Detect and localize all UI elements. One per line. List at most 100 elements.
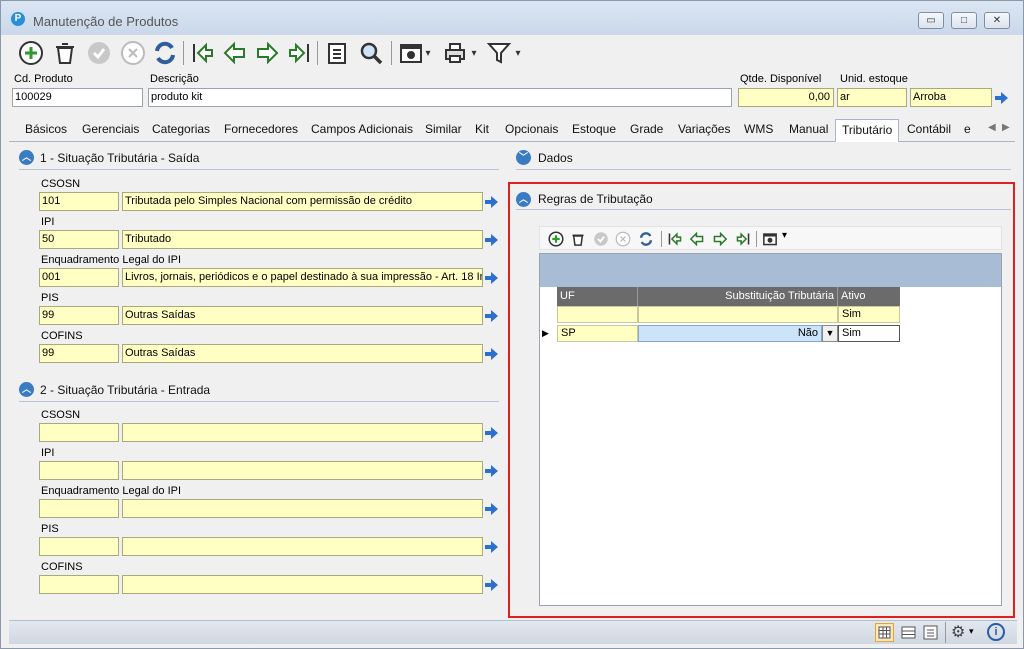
row2-st-dropdown-icon[interactable]: ▼ (822, 325, 838, 342)
entrada-code-field[interactable] (39, 461, 119, 480)
grid-last-icon[interactable] (735, 231, 751, 247)
saida-lookup-arrow-icon[interactable] (485, 234, 498, 246)
minimize-button[interactable]: ▭ (918, 12, 944, 29)
tab-manual[interactable]: Manual (789, 122, 828, 136)
settings-dropdown-icon[interactable]: ▾ (423, 39, 433, 67)
tab-gerenciais[interactable]: Gerenciais (82, 122, 139, 136)
unid-code-field[interactable]: ar (837, 88, 907, 107)
entrada-description-field[interactable] (122, 461, 483, 480)
close-button[interactable]: ✕ (984, 12, 1010, 29)
entrada-lookup-arrow-icon[interactable] (485, 503, 498, 515)
column-header-ativo[interactable]: Ativo (838, 287, 900, 306)
tab-scroll-left-icon[interactable]: ◀ (988, 122, 996, 133)
grid-cancel-icon[interactable] (615, 231, 631, 247)
row1-st-cell[interactable] (638, 306, 838, 323)
cd-produto-field[interactable]: 100029 (12, 88, 143, 107)
tab-contabil[interactable]: Contábil (907, 122, 951, 136)
first-icon[interactable] (189, 39, 217, 67)
entrada-code-field[interactable] (39, 575, 119, 594)
tab-scroll-right-icon[interactable]: ▶ (1002, 122, 1010, 133)
settings-icon[interactable] (397, 39, 425, 67)
refresh-icon[interactable] (151, 39, 179, 67)
entrada-description-field[interactable] (122, 575, 483, 594)
saida-code-field[interactable]: 001 (39, 268, 119, 287)
saida-code-field[interactable]: 99 (39, 344, 119, 363)
entrada-lookup-arrow-icon[interactable] (485, 579, 498, 591)
entrada-code-field[interactable] (39, 499, 119, 518)
grid-first-icon[interactable] (667, 231, 683, 247)
descricao-field[interactable]: produto kit (148, 88, 732, 107)
saida-lookup-arrow-icon[interactable] (485, 272, 498, 284)
filter-icon[interactable] (485, 39, 513, 67)
entrada-description-field[interactable] (122, 423, 483, 442)
saida-code-field[interactable]: 50 (39, 230, 119, 249)
confirm-icon[interactable] (85, 39, 113, 67)
grid-previous-icon[interactable] (689, 231, 705, 247)
gear-icon[interactable]: ⚙ (951, 622, 965, 642)
grid-refresh-icon[interactable] (638, 231, 654, 247)
cancel-icon[interactable] (119, 39, 147, 67)
entrada-lookup-arrow-icon[interactable] (485, 465, 498, 477)
tab-more[interactable]: e (964, 122, 971, 136)
tab-kit[interactable]: Kit (475, 122, 489, 136)
maximize-button[interactable]: □ (951, 12, 977, 29)
expand-dados-icon[interactable]: ﹀ (516, 150, 531, 165)
entrada-lookup-arrow-icon[interactable] (485, 541, 498, 553)
saida-lookup-arrow-icon[interactable] (485, 310, 498, 322)
saida-description-field[interactable]: Outras Saídas (122, 344, 483, 363)
tab-wms[interactable]: WMS (744, 122, 773, 136)
saida-description-field[interactable]: Livros, jornais, periódicos e o papel de… (122, 268, 483, 287)
print-icon[interactable] (441, 39, 469, 67)
gear-dropdown-icon[interactable]: ▾ (969, 626, 974, 637)
saida-lookup-arrow-icon[interactable] (485, 348, 498, 360)
entrada-description-field[interactable] (122, 499, 483, 518)
collapse-entrada-icon[interactable]: ︿ (19, 382, 34, 397)
previous-icon[interactable] (221, 39, 249, 67)
saida-description-field[interactable]: Outras Saídas (122, 306, 483, 325)
last-icon[interactable] (285, 39, 313, 67)
grid-view-icon[interactable] (875, 623, 894, 642)
next-icon[interactable] (253, 39, 281, 67)
tab-categorias[interactable]: Categorias (152, 122, 210, 136)
tab-fornecedores[interactable]: Fornecedores (224, 122, 298, 136)
print-dropdown-icon[interactable]: ▾ (469, 39, 479, 67)
qtde-field[interactable]: 0,00 (738, 88, 834, 107)
row2-st-select[interactable]: Não (638, 325, 822, 342)
entrada-description-field[interactable] (122, 537, 483, 556)
grid-add-icon[interactable] (548, 231, 564, 247)
row2-ativo-cell[interactable]: Sim (838, 325, 900, 342)
report-icon[interactable] (323, 39, 351, 67)
info-icon[interactable]: i (987, 623, 1005, 641)
grid-next-icon[interactable] (712, 231, 728, 247)
row1-ativo-cell[interactable]: Sim (838, 306, 900, 323)
tab-campos-adicionais[interactable]: Campos Adicionais (311, 122, 413, 136)
tab-tributario[interactable]: Tributário (835, 119, 900, 142)
saida-description-field[interactable]: Tributado (122, 230, 483, 249)
collapse-saida-icon[interactable]: ︿ (19, 150, 34, 165)
column-header-substituicao[interactable]: Substituição Tributária (638, 287, 838, 306)
tab-basicos[interactable]: Básicos (25, 122, 67, 136)
row2-uf-cell[interactable]: SP (557, 325, 638, 342)
grid-confirm-icon[interactable] (593, 231, 609, 247)
grid-delete-icon[interactable] (570, 231, 586, 247)
tab-opcionais[interactable]: Opcionais (505, 122, 558, 136)
saida-code-field[interactable]: 99 (39, 306, 119, 325)
grid-settings-dropdown-icon[interactable]: ▾ (782, 230, 787, 241)
tab-variacoes[interactable]: Variações (678, 122, 730, 136)
unid-desc-field[interactable]: Arroba (910, 88, 992, 107)
saida-lookup-arrow-icon[interactable] (485, 196, 498, 208)
tab-grade[interactable]: Grade (630, 122, 663, 136)
form-view-icon[interactable] (921, 623, 940, 642)
tab-similar[interactable]: Similar (425, 122, 462, 136)
grid-settings-icon[interactable] (762, 231, 778, 247)
column-header-uf[interactable]: UF (557, 287, 638, 306)
entrada-lookup-arrow-icon[interactable] (485, 427, 498, 439)
delete-icon[interactable] (51, 39, 79, 67)
row1-uf-cell[interactable] (557, 306, 638, 323)
collapse-regras-icon[interactable]: ︿ (516, 192, 531, 207)
list-view-icon[interactable] (899, 623, 918, 642)
unid-lookup-arrow-icon[interactable] (995, 92, 1008, 104)
add-icon[interactable] (17, 39, 45, 67)
entrada-code-field[interactable] (39, 537, 119, 556)
saida-description-field[interactable]: Tributada pelo Simples Nacional com perm… (122, 192, 483, 211)
